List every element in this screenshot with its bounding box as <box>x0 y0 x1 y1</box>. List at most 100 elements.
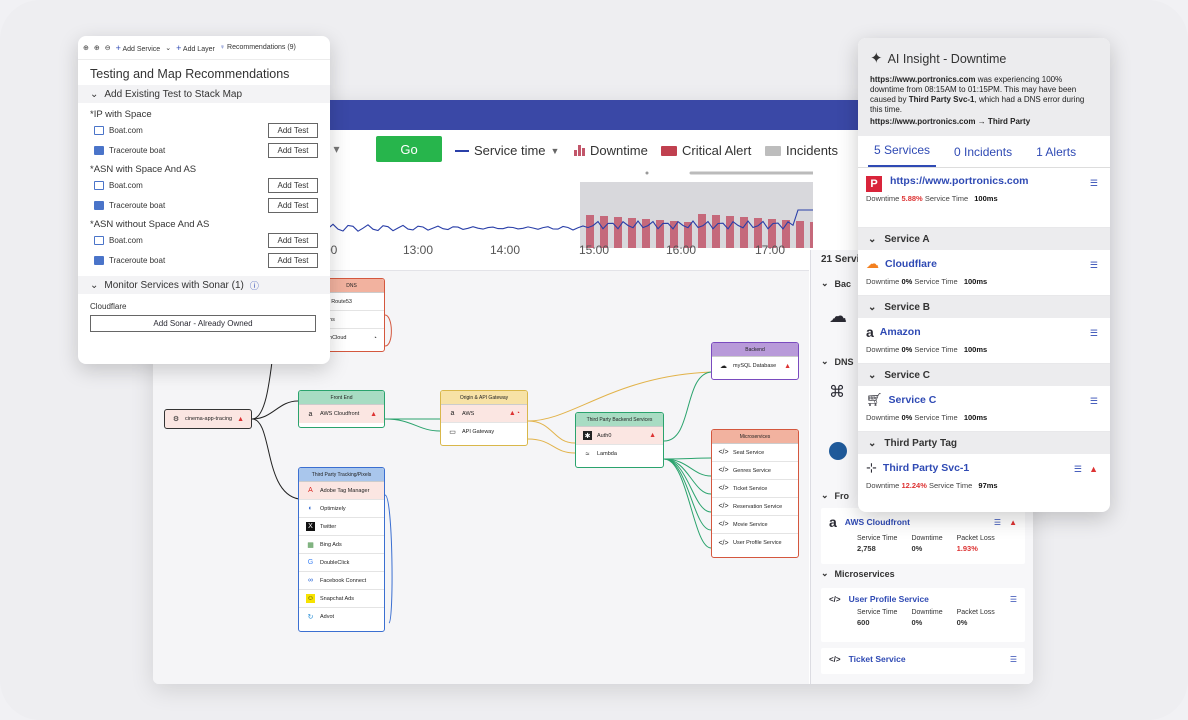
node-row[interactable]: ▦ Bing Ads <box>299 536 384 554</box>
panel-title: Testing and Map Recommendations <box>90 67 290 81</box>
list-icon[interactable]: ☰ <box>1090 396 1098 407</box>
group-header-service-b[interactable]: ⌄ Service B <box>858 296 1110 318</box>
service-card-amazon[interactable]: a Amazon ☰ Downtime 0% Service Time 100ms <box>858 318 1110 364</box>
service-time-swatch <box>455 149 469 152</box>
list-icon[interactable]: ☰ <box>1090 260 1098 271</box>
add-test-button[interactable]: Add Test <box>268 177 318 193</box>
bing-icon: ▦ <box>307 541 314 549</box>
dns-provider-icon <box>829 442 847 460</box>
add-layer-button[interactable]: + Add Layer <box>176 43 215 53</box>
bell-icon[interactable]: ▲ <box>1089 464 1098 474</box>
test-row: Traceroute boat Add Test <box>78 250 330 270</box>
chevron-down-icon: ⌄ <box>868 301 877 313</box>
cloudflare-icon: ☁ <box>866 256 879 271</box>
node-row[interactable]: </> Ticket Service <box>712 480 798 498</box>
node-row[interactable]: G DoubleClick <box>299 554 384 572</box>
service-card-aws[interactable]: a AWS Cloudfront ☰ ▲ Service Time 2,758 D… <box>821 508 1025 564</box>
node-row[interactable]: A Adobe Tag Manager <box>299 482 384 500</box>
tab-alerts[interactable]: 1 Alerts <box>1030 145 1082 167</box>
node-row[interactable]: ☁ mySQL Database ▲ <box>712 357 798 375</box>
group-header-third-party-tag[interactable]: ⌄ Third Party Tag <box>858 432 1110 454</box>
legend-critical-alert[interactable]: Critical Alert <box>661 143 751 158</box>
service-card-ticket[interactable]: </> Ticket Service ☰ <box>821 648 1025 674</box>
cloud-icon: ☁ <box>720 363 727 370</box>
tab-incidents[interactable]: 0 Incidents <box>948 145 1018 167</box>
test-row: Traceroute boat Add Test <box>78 140 330 160</box>
section-add-existing-test[interactable]: ⌄ Add Existing Test to Stack Map <box>78 85 330 103</box>
go-button[interactable]: Go <box>376 136 442 162</box>
info-icon[interactable]: ⓘ <box>250 279 259 292</box>
node-row[interactable]: ◐ Optimizely <box>299 500 384 518</box>
test-row: Boat.com Add Test <box>78 175 330 195</box>
add-test-button[interactable]: Add Test <box>268 252 318 268</box>
frontend-node[interactable]: Front End a AWS Cloudfront ▲ <box>298 390 385 428</box>
microservices-node[interactable]: Microservices </> Seat Service </> Genres … <box>711 429 799 558</box>
list-icon[interactable]: ☰ <box>994 518 1001 527</box>
node-row[interactable]: </> Genres Service <box>712 462 798 480</box>
list-icon[interactable]: ☰ <box>1010 595 1017 604</box>
cart-icon: 🛒︎ <box>866 392 883 407</box>
service-card-portronics[interactable]: P https://www.portronics.com ☰ Downtime … <box>858 168 1110 228</box>
add-sonar-button[interactable]: Add Sonar - Already Owned <box>90 315 316 332</box>
add-test-button[interactable]: Add Test <box>268 232 318 248</box>
service-card-third-party-svc[interactable]: ⊹ Third Party Svc-1 ☰ ▲ Downtime 12.24% S… <box>858 454 1110 500</box>
plus-icon: + <box>176 42 182 53</box>
test-group-title: *IP with Space <box>90 109 152 120</box>
recommendations-button[interactable]: ♀ Recommendations (9) <box>220 44 296 51</box>
add-test-button[interactable]: Add Test <box>268 142 318 158</box>
downtime-bars-icon <box>574 145 585 156</box>
add-service-button[interactable]: + Add Service <box>116 43 161 53</box>
crosshair-icon[interactable]: ⊕ <box>83 44 89 52</box>
legend-incidents[interactable]: Incidents <box>765 143 838 158</box>
node-row[interactable]: ↻ Advot <box>299 608 384 626</box>
tick-label: 13:00 <box>403 243 434 257</box>
list-icon[interactable]: ☰ <box>1090 328 1098 339</box>
zoom-in-icon[interactable]: ⊕ <box>94 44 100 52</box>
legend-downtime[interactable]: Downtime <box>574 143 648 158</box>
add-test-button[interactable]: Add Test <box>268 197 318 213</box>
node-row[interactable]: a AWS ▲◔ <box>441 405 527 423</box>
node-row[interactable]: X Twitter <box>299 518 384 536</box>
node-row[interactable]: a AWS Cloudfront ▲ <box>299 405 384 423</box>
node-row[interactable]: ✱ Auth0 ▲ <box>576 427 663 445</box>
bell-icon[interactable]: ▲ <box>1009 518 1017 527</box>
service-count: 21 Servi <box>821 254 860 265</box>
chevron-down-icon[interactable]: ⌄ <box>165 44 171 52</box>
thirdparty-backend-node[interactable]: Third Party Backend Services ✱ Auth0 ▲ ≈ La… <box>575 412 664 468</box>
node-row[interactable]: ≈ Lambda <box>576 445 663 463</box>
group-header-service-c[interactable]: ⌄ Service C <box>858 364 1110 386</box>
service-card-cloudflare[interactable]: ☁ Cloudflare ☰ Downtime 0% Service Time 1… <box>858 250 1110 296</box>
service-card-service-c[interactable]: 🛒︎ Service C ☰ Downtime 0% Service Time 1… <box>858 386 1110 432</box>
list-icon[interactable]: ☰ <box>1090 178 1098 189</box>
node-title: Microservices <box>712 430 798 444</box>
tracking-node[interactable]: Third Party Tracking/Pixels A Adobe Tag M… <box>298 467 385 632</box>
list-icon[interactable]: ☰ <box>1010 655 1017 664</box>
sonar-item: Cloudflare <box>90 302 127 311</box>
root-node[interactable]: ⚙ cinema-app-tracing ▲ <box>164 409 252 429</box>
test-group-list: *IP with Space Boat.com Add Test Tracerou… <box>78 103 330 270</box>
section-microservices[interactable]: ⌄ Microservices <box>811 568 1026 579</box>
tab-services[interactable]: 5 Services <box>868 143 937 167</box>
node-row[interactable]: ☺ Snapchat Ads <box>299 590 384 608</box>
legend-service-time[interactable]: Service time ▼ <box>455 143 559 158</box>
traceroute-icon <box>94 255 104 265</box>
node-row[interactable]: ∞ Facebook Connect <box>299 572 384 590</box>
list-icon[interactable]: ☰ <box>1074 464 1082 475</box>
zoom-out-icon[interactable]: ⊖ <box>105 44 111 52</box>
scroll-dot <box>645 171 649 175</box>
node-row[interactable]: </> Reservation Service <box>712 498 798 516</box>
service-card-user-profile[interactable]: </> User Profile Service ☰ Service Time 6… <box>821 588 1025 642</box>
bell-icon: ▲ <box>370 410 377 418</box>
node-row[interactable]: ▭ API Gateway <box>441 423 527 441</box>
node-row[interactable]: </> User Profile Service <box>712 534 798 552</box>
group-header-service-a[interactable]: ⌄ Service A <box>858 228 1110 250</box>
section-monitor-sonar[interactable]: ⌄ Monitor Services with Sonar (1) ⓘ <box>78 276 330 294</box>
backend-node[interactable]: Backend ☁ mySQL Database ▲ <box>711 342 799 380</box>
node-row[interactable]: </> Seat Service <box>712 444 798 462</box>
add-test-button[interactable]: Add Test <box>268 122 318 138</box>
origin-node[interactable]: Origin & API Gateway a AWS ▲◔ ▭ API Gateway <box>440 390 528 446</box>
network-node-icon: ⊹ <box>866 460 877 475</box>
node-row[interactable]: </> Movie Service <box>712 516 798 534</box>
code-icon: </> <box>829 594 841 604</box>
cloud-gear-icon: ☁ <box>829 306 847 326</box>
